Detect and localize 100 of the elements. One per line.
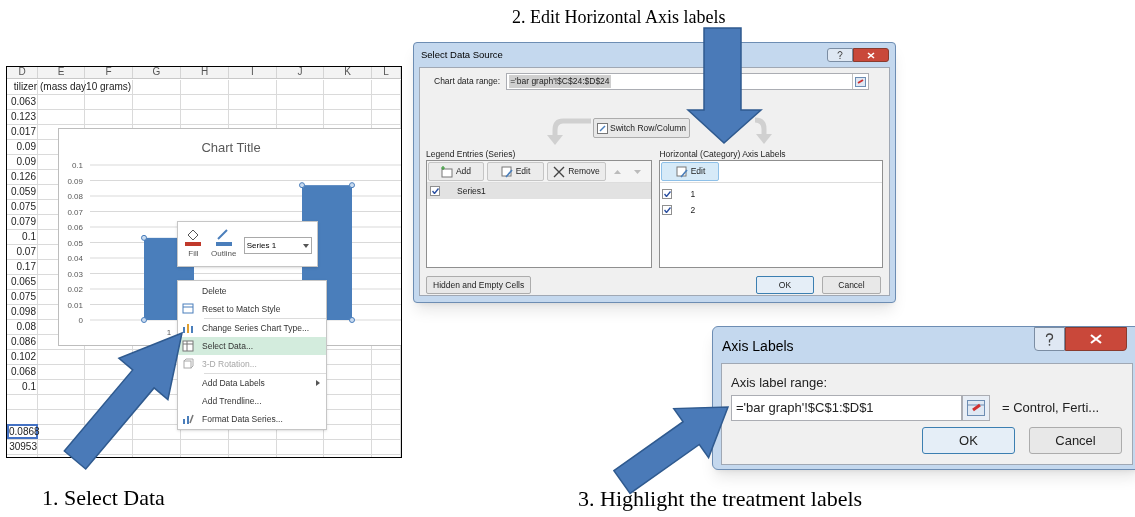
pen-icon	[213, 226, 234, 246]
cell-text: 0.079	[10, 215, 36, 229]
axis-tick-label: 0.03	[67, 269, 83, 279]
axis-tick-label: 0.09	[67, 176, 83, 186]
table-icon	[182, 303, 194, 315]
table-plus-icon	[440, 165, 453, 178]
menu-item[interactable]: Delete	[178, 282, 326, 300]
cell-text: 0.126	[10, 170, 36, 184]
switch-row-column-button[interactable]: Switch Row/Column	[593, 118, 691, 138]
column-header[interactable]: F	[85, 67, 133, 78]
menu-item[interactable]: Format Data Series...	[178, 410, 326, 428]
cell-text: 0.1	[22, 230, 36, 244]
range-select-button[interactable]	[852, 74, 869, 89]
hidden-empty-cells-button[interactable]: Hidden and Empty Cells	[426, 276, 532, 294]
category-label: 1	[166, 328, 172, 337]
range-picker-icon	[855, 76, 867, 87]
cell-text: 0.09	[16, 155, 36, 169]
cell-text: 0.065	[10, 275, 36, 289]
axis-tick-label: 0.07	[67, 207, 83, 217]
edit-button[interactable]: Edit	[661, 162, 720, 181]
axis-tick-label: 0.1	[71, 161, 83, 170]
range-select-button[interactable]	[962, 395, 990, 421]
menu-item[interactable]: Add Data Labels	[178, 374, 326, 392]
step-caption: 3. Highlight the treatment labels	[578, 485, 863, 513]
cell-text: 0.08	[16, 320, 36, 334]
cancel-button[interactable]: Cancel	[822, 276, 881, 294]
close-icon	[1090, 334, 1102, 344]
dropdown-caret-icon	[303, 243, 309, 248]
range-input-field[interactable]: ='bar graph'!$C$1:$D$1	[731, 395, 962, 421]
column-header[interactable]: K	[324, 67, 372, 78]
curved-arrow-icon	[753, 117, 775, 145]
axis-tick-label: 0.04	[67, 254, 83, 263]
selection-handle[interactable]	[299, 182, 305, 189]
cell-text: 0.068	[10, 365, 36, 379]
column-header[interactable]: I	[229, 67, 277, 78]
step-caption: 1. Select Data	[42, 484, 165, 512]
bar-chart-icon	[182, 413, 194, 425]
menu-item[interactable]: Select Data...	[178, 337, 326, 355]
checkbox[interactable]	[662, 205, 673, 215]
menu-item[interactable]: Reset to Match Style	[178, 300, 326, 318]
preview-text: = Control, Ferti...	[1002, 399, 1100, 418]
dialog-title: Axis Labels	[722, 337, 794, 356]
section-heading: Legend Entries (Series)	[426, 148, 517, 160]
menu-item[interactable]: Change Series Chart Type...	[178, 319, 326, 337]
axis-tick-label: 0.01	[67, 300, 83, 310]
selection-handle[interactable]	[349, 317, 355, 323]
column-header[interactable]: H	[181, 67, 229, 78]
cancel-button[interactable]: Cancel	[1029, 427, 1122, 454]
selection-handle[interactable]	[141, 317, 147, 323]
axis-tick-label: 0.06	[67, 223, 83, 232]
cube-icon	[182, 358, 194, 370]
cell-text: 0.017	[10, 125, 36, 139]
checkmark-icon	[664, 191, 671, 197]
close-button[interactable]	[853, 48, 889, 62]
cell-text: 0.075	[10, 200, 36, 214]
selection-handle[interactable]	[349, 182, 355, 189]
selection-handle[interactable]	[141, 234, 147, 241]
column-header[interactable]: J	[277, 67, 324, 78]
ok-button[interactable]: OK	[922, 427, 1015, 454]
table-icon	[182, 340, 194, 352]
list-item[interactable]: 2	[660, 202, 882, 218]
help-button[interactable]	[1034, 327, 1065, 351]
down-arrow-icon	[634, 169, 641, 174]
close-button[interactable]	[1065, 327, 1127, 351]
cell-text: 0.09	[16, 140, 36, 154]
toolbar-button[interactable]: Add	[428, 162, 484, 181]
range-picker-icon	[967, 400, 985, 416]
cell-text: 30953	[9, 440, 37, 454]
bar-chart-icon	[182, 322, 194, 334]
section-heading: Horizontal (Category) Axis Labels	[659, 148, 787, 160]
toolbar-button[interactable]: Edit	[487, 162, 544, 181]
ok-button[interactable]: OK	[756, 276, 814, 294]
help-icon	[837, 51, 843, 59]
cross-icon	[553, 165, 566, 178]
axis-tick-label: 0.02	[67, 285, 83, 294]
column-header[interactable]: D	[7, 67, 38, 78]
cell-text: 0.098	[10, 305, 36, 319]
axis-tick-label: 0	[78, 316, 83, 325]
outline-button[interactable]: Outline	[207, 226, 240, 260]
help-icon	[1045, 332, 1054, 346]
help-button[interactable]	[827, 48, 853, 62]
up-arrow-icon	[614, 169, 621, 174]
cell-text: 0.075	[10, 290, 36, 304]
checkmark-icon	[431, 188, 439, 194]
cell-text: 0.123	[10, 110, 36, 124]
field-label: Chart data range:	[434, 75, 501, 88]
checkbox[interactable]	[430, 186, 440, 196]
checkmark-icon	[664, 207, 671, 213]
column-header[interactable]: L	[372, 67, 401, 78]
column-header[interactable]: E	[38, 67, 85, 78]
checkbox[interactable]	[662, 189, 673, 199]
fill-button[interactable]: Fill	[183, 226, 204, 260]
toolbar-button[interactable]: Remove	[547, 162, 606, 181]
list-item[interactable]: 1	[660, 186, 882, 202]
submenu-arrow-icon	[316, 380, 320, 386]
series-dropdown[interactable]: Series 1	[243, 237, 312, 254]
column-header[interactable]: G	[133, 67, 181, 78]
table-pencil-icon	[500, 165, 513, 178]
menu-item[interactable]: Add Trendline...	[178, 392, 326, 410]
list-item[interactable]: Series1	[427, 183, 652, 199]
